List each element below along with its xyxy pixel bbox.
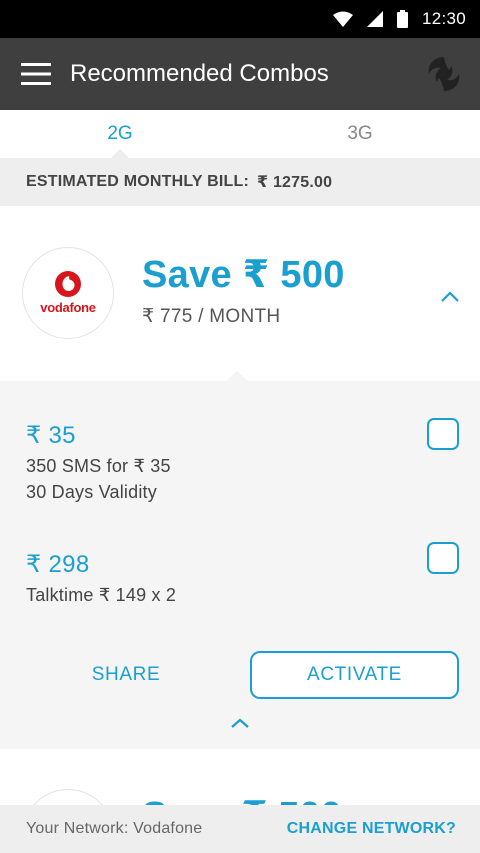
hamburger-menu-icon	[21, 63, 51, 85]
change-network-button[interactable]: CHANGE NETWORK?	[287, 820, 456, 838]
current-network-label: Your Network: Vodafone	[26, 820, 203, 837]
combo-card[interactable]: vodafone Save ₹ 500 ₹ 775 / MONTH	[0, 206, 480, 381]
share-button[interactable]: SHARE	[26, 651, 226, 699]
save-title: Save ₹ 500	[142, 254, 345, 296]
chevron-up-icon	[231, 718, 249, 728]
tab-2g[interactable]: 2G	[0, 110, 240, 158]
details-notch	[226, 371, 248, 381]
network-footer: Your Network: Vodafone CHANGE NETWORK?	[0, 805, 480, 853]
pack-description: Talktime ₹ 149 x 2	[26, 585, 177, 605]
signal-icon	[366, 11, 383, 27]
vodafone-logo-icon	[55, 271, 81, 297]
tab-2g-label: 2G	[107, 123, 133, 144]
tab-3g-label: 3G	[347, 123, 373, 144]
pack-price: ₹ 35	[26, 422, 76, 449]
menu-button[interactable]	[0, 38, 72, 110]
operator-logo: vodafone	[22, 247, 114, 339]
activate-button[interactable]: ACTIVATE	[250, 651, 459, 699]
page-title: Recommended Combos	[70, 60, 329, 87]
pack-item: ₹ 35 350 SMS for ₹ 35 30 Days Validity	[26, 421, 171, 503]
next-combo-card[interactable]: Save ₹ 500	[0, 749, 480, 809]
brand-logo-icon	[428, 57, 460, 91]
chevron-up-icon	[441, 290, 459, 302]
status-bar: 12:30	[0, 0, 480, 38]
pack-validity: 30 Days Validity	[26, 482, 157, 502]
pack-item: ₹ 298 Talktime ₹ 149 x 2	[26, 550, 176, 606]
brand-logo	[408, 38, 480, 110]
collapse-button[interactable]	[434, 284, 466, 308]
estimated-bill-bar: ESTIMATED MONTHLY BILL: ₹ 1275.00	[0, 158, 480, 206]
wifi-icon	[332, 11, 353, 27]
pack-checkbox-1[interactable]	[427, 418, 459, 450]
operator-name: vodafone	[40, 300, 96, 315]
status-time: 12:30	[421, 9, 466, 28]
bill-label: ESTIMATED MONTHLY BILL:	[26, 173, 249, 190]
bill-value: ₹ 1275.00	[256, 174, 333, 191]
tab-indicator	[111, 149, 129, 158]
pack-price: ₹ 298	[26, 551, 90, 578]
combo-details: ₹ 35 350 SMS for ₹ 35 30 Days Validity ₹…	[0, 371, 480, 749]
tab-3g[interactable]: 3G	[240, 110, 480, 158]
collapse-details-button[interactable]	[226, 714, 254, 732]
battery-icon	[396, 10, 408, 28]
app-bar: Recommended Combos	[0, 38, 480, 110]
pack-description: 350 SMS for ₹ 35	[26, 456, 171, 476]
network-tabs: 2G 3G	[0, 110, 480, 158]
monthly-price: ₹ 775 / MONTH	[142, 306, 281, 327]
pack-checkbox-2[interactable]	[427, 542, 459, 574]
